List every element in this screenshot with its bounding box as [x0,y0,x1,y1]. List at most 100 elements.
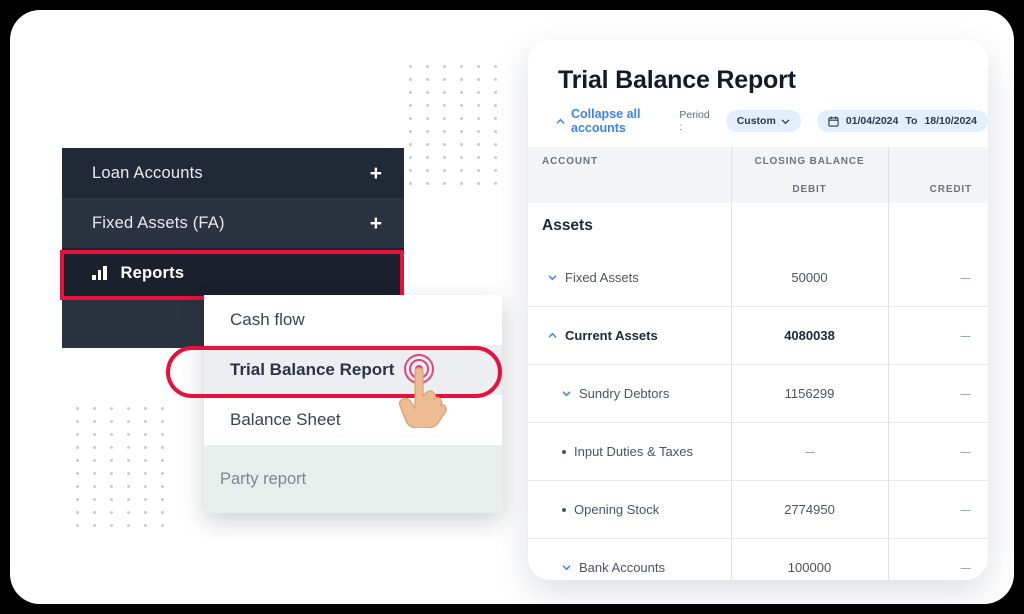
decorative-dot [161,407,164,410]
decorative-dot [494,78,497,81]
debit-cell: 1156299 [784,386,835,401]
decorative-dot [93,420,96,423]
decorative-dot [426,130,429,133]
table-row[interactable]: Bank Accounts 100000 --- [528,539,988,580]
menu-item-label: Cash flow [230,310,305,329]
bullet-icon [562,449,566,454]
decorative-dot [110,459,113,462]
bullet-icon [562,507,566,512]
column-header-spacer [888,147,988,175]
page-title: Trial Balance Report [558,66,796,94]
plus-icon[interactable]: + [370,213,382,234]
decorative-dot [460,104,463,107]
decorative-dot [93,485,96,488]
menu-item-label: Balance Sheet [230,410,341,429]
decorative-dot [127,459,130,462]
decorative-dot [443,182,446,185]
decorative-dot [443,78,446,81]
table-row[interactable]: Current Assets 4080038 --- [528,307,988,365]
app-frame: Loan Accounts + Fixed Assets (FA) + Repo… [10,10,1014,604]
credit-cell: --- [960,386,971,401]
decorative-dot [161,446,164,449]
table-row[interactable]: Opening Stock 2774950 --- [528,481,988,539]
table-row[interactable]: Input Duties & Taxes --- --- [528,423,988,481]
decorative-dot [477,117,480,120]
chevron-down-icon[interactable] [548,273,557,282]
decorative-dot [460,78,463,81]
tap-hand-icon [398,354,447,428]
account-cell: Fixed Assets [528,270,731,285]
account-label: Bank Accounts [579,560,665,575]
decorative-dot [409,130,412,133]
decorative-dot [460,130,463,133]
credit-cell: --- [960,328,971,343]
credit-cell: --- [960,560,971,575]
decorative-dot [494,91,497,94]
menu-item-cash-flow[interactable]: Cash flow [204,295,502,345]
decorative-dot [110,511,113,514]
date-separator: To [905,115,918,127]
table-row[interactable]: Sundry Debtors 1156299 --- [528,365,988,423]
column-divider [888,175,889,203]
menu-item-party-report[interactable]: Party report [204,445,502,513]
decorative-dot [409,182,412,185]
decorative-dot [127,420,130,423]
column-header-closing-balance: CLOSING BALANCE [754,155,865,167]
menu-item-balance-sheet[interactable]: Balance Sheet [204,395,502,445]
plus-icon[interactable]: + [370,163,382,184]
decorative-dot [127,511,130,514]
sidebar-item-fixed-assets[interactable]: Fixed Assets (FA) + [62,198,404,248]
account-cell: Sundry Debtors [528,386,731,401]
chevron-up-icon [556,118,565,124]
trial-balance-report-card: Trial Balance Report Collapse all accoun… [528,40,988,580]
decorative-dot [426,143,429,146]
period-select[interactable]: Custom [725,110,801,132]
decorative-dot [494,117,497,120]
decorative-dot [477,169,480,172]
menu-item-trial-balance-report[interactable]: Trial Balance Report [204,345,502,395]
decorative-dot [161,459,164,462]
decorative-dot [494,182,497,185]
decorative-dot [144,459,147,462]
decorative-dot [144,472,147,475]
sidebar-item-reports[interactable]: Reports [62,248,404,298]
debit-cell: --- [804,444,816,459]
decorative-dot [144,498,147,501]
table-row[interactable]: Assets [528,203,988,249]
chevron-up-icon[interactable] [548,331,557,340]
decorative-dot [426,156,429,159]
decorative-dot [460,143,463,146]
debit-cell: 2774950 [784,502,835,517]
table-row[interactable]: Fixed Assets 50000 --- [528,249,988,307]
reports-dropdown-menu: Cash flow Trial Balance Report Balance S… [204,295,502,513]
decorative-dot [161,433,164,436]
column-header-credit: CREDIT [929,183,972,195]
decorative-dot [144,485,147,488]
decorative-dot [76,420,79,423]
decorative-dot [409,78,412,81]
date-range-picker[interactable]: 01/04/2024 To 18/10/2024 [816,110,988,132]
decorative-dot [110,407,113,410]
decorative-dot [477,65,480,68]
column-divider [888,203,889,580]
menu-footer-label: Party report [220,469,307,488]
decorative-dot [161,524,164,527]
chevron-down-icon[interactable] [562,389,571,398]
bar-chart-icon [92,266,107,280]
decorative-dot [93,524,96,527]
account-label: Sundry Debtors [579,386,670,401]
chevron-down-icon[interactable] [562,563,571,572]
decorative-dot [127,433,130,436]
decorative-dot [76,472,79,475]
sidebar-item-loan-accounts[interactable]: Loan Accounts + [62,148,404,198]
decorative-dot [144,407,147,410]
credit-cell: --- [960,270,971,285]
decorative-dot [110,485,113,488]
decorative-dot [76,498,79,501]
credit-cell: --- [960,502,971,517]
decorative-dot [144,420,147,423]
decorative-dot-grid-top [409,65,511,195]
period-value: Custom [736,115,776,127]
collapse-all-accounts-link[interactable]: Collapse all accounts [556,107,663,135]
decorative-dot [494,169,497,172]
